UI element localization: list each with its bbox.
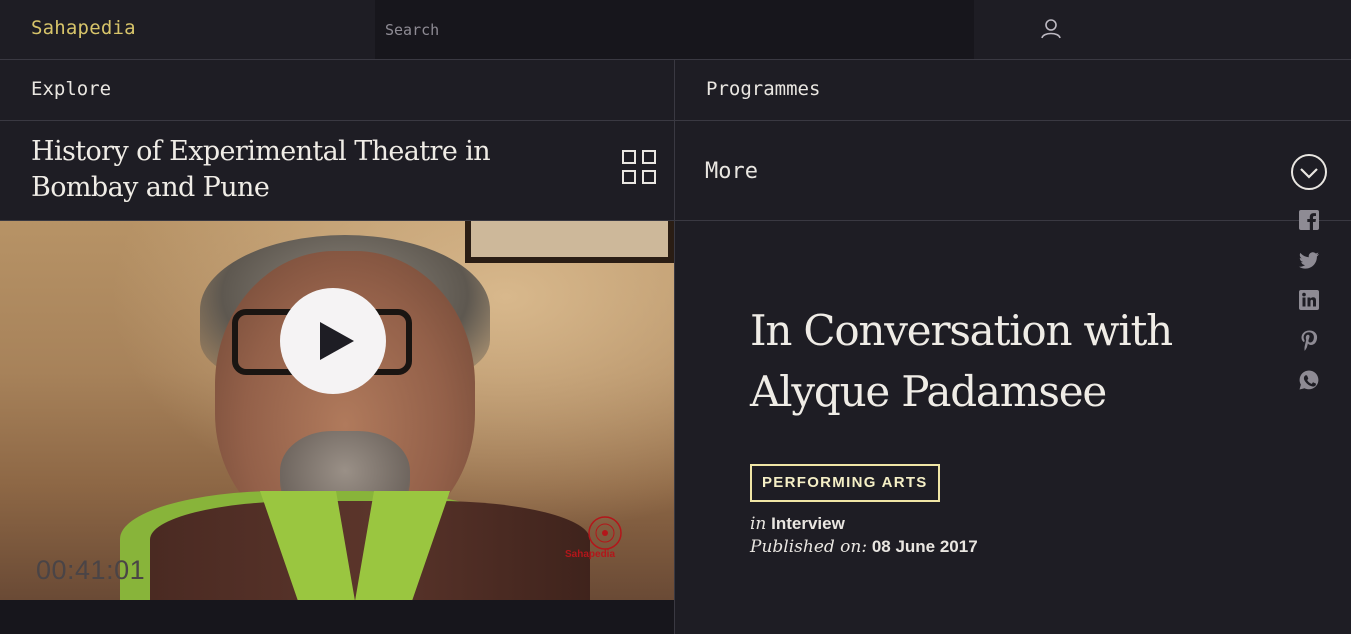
whatsapp-icon[interactable] [1298,369,1320,391]
pinterest-icon[interactable] [1298,329,1320,351]
play-button[interactable] [280,288,386,394]
video-timecode: 00:41:01 [36,555,146,585]
watermark-text: Sahapedia [565,549,616,560]
play-icon [320,322,354,360]
nav-row: Explore Programmes [0,60,1351,121]
series-row: History of Experimental Theatre in Bomba… [0,121,1351,221]
category-badge[interactable]: PERFORMING ARTS [750,464,940,502]
site-logo[interactable]: Sahapedia [31,17,136,39]
published-date: 08 June 2017 [871,537,978,556]
search-input[interactable] [375,0,974,59]
published-label: Published on: [750,537,868,557]
in-label: in [750,514,767,534]
search-bar [375,0,974,59]
nav-explore[interactable]: Explore [31,78,111,100]
series-title[interactable]: History of Experimental Theatre in Bomba… [31,134,591,206]
content-type-line: in Interview [750,514,845,534]
video-player[interactable]: Sahapedia 00:41:01 [0,221,674,600]
wall-picture-frame [465,221,674,263]
more-label[interactable]: More [705,159,758,184]
chevron-down-icon[interactable] [1290,153,1328,191]
content-type[interactable]: Interview [771,514,845,533]
top-bar: Sahapedia [0,0,1351,60]
twitter-icon[interactable] [1298,249,1320,271]
facebook-icon[interactable] [1298,209,1320,231]
nav-programmes[interactable]: Programmes [706,78,820,100]
video-footer-strip [0,600,674,634]
article-title: In Conversation with Alyque Padamsee [750,306,1173,416]
linkedin-icon[interactable] [1298,289,1320,311]
grid-icon[interactable] [622,150,656,184]
published-line: Published on: 08 June 2017 [750,537,978,557]
user-icon[interactable] [1040,18,1062,40]
